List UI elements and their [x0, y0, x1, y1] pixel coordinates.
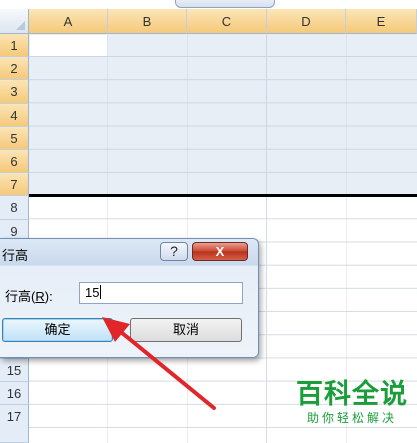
selected-rows-range: [29, 34, 417, 197]
text-caret: [100, 285, 102, 299]
column-header-e[interactable]: E: [346, 9, 417, 34]
sheet-tab-edge[interactable]: [175, 0, 275, 8]
row-height-label-accesskey: R: [35, 289, 45, 304]
row-header-3[interactable]: 3: [0, 80, 29, 104]
row-height-input[interactable]: 15: [79, 282, 243, 304]
ok-button[interactable]: 确定: [2, 318, 113, 342]
watermark-subtitle: 助你轻松解决: [306, 411, 397, 425]
column-header-a[interactable]: A: [29, 9, 108, 34]
row-header-8[interactable]: 8: [0, 196, 29, 220]
row-header-6[interactable]: 6: [0, 150, 29, 174]
row-header-5[interactable]: 5: [0, 126, 29, 150]
row-header-4[interactable]: 4: [0, 103, 29, 127]
row-height-value: 15: [85, 285, 100, 300]
close-icon: X: [215, 244, 225, 259]
row-header-17[interactable]: 17: [0, 405, 29, 443]
row-header-16[interactable]: 16: [0, 382, 29, 406]
watermark: 百科全说 助你轻松解决: [290, 380, 414, 426]
row-height-dialog: 行高 ? X 行高(R): 15 确定 取消: [0, 238, 259, 358]
row-header-7[interactable]: 7: [0, 173, 29, 197]
column-header-d[interactable]: D: [267, 9, 346, 34]
active-cell-a1[interactable]: [30, 35, 107, 56]
cancel-button[interactable]: 取消: [130, 318, 242, 342]
row-height-label-suffix: ):: [44, 289, 53, 304]
ribbon-strip: [0, 0, 417, 9]
watermark-title: 百科全说: [296, 379, 408, 410]
help-button[interactable]: ?: [160, 242, 188, 261]
row-header-1[interactable]: 1: [0, 34, 29, 58]
question-mark-icon: ?: [170, 243, 178, 259]
row-height-label: 行高(R):: [5, 286, 53, 305]
select-all-corner[interactable]: [0, 9, 29, 34]
row-header-2[interactable]: 2: [0, 57, 29, 81]
spreadsheet-grid: A B C D E 1 2 3 4 5 6 7 8 9 10 11 12 13 …: [0, 9, 417, 443]
close-button[interactable]: X: [192, 242, 248, 261]
row-height-label-prefix: 行高(: [5, 289, 36, 304]
dialog-title: 行高: [2, 248, 29, 263]
column-header-b[interactable]: B: [108, 9, 187, 34]
column-header-c[interactable]: C: [187, 9, 267, 34]
row-header-15[interactable]: 15: [0, 358, 29, 382]
